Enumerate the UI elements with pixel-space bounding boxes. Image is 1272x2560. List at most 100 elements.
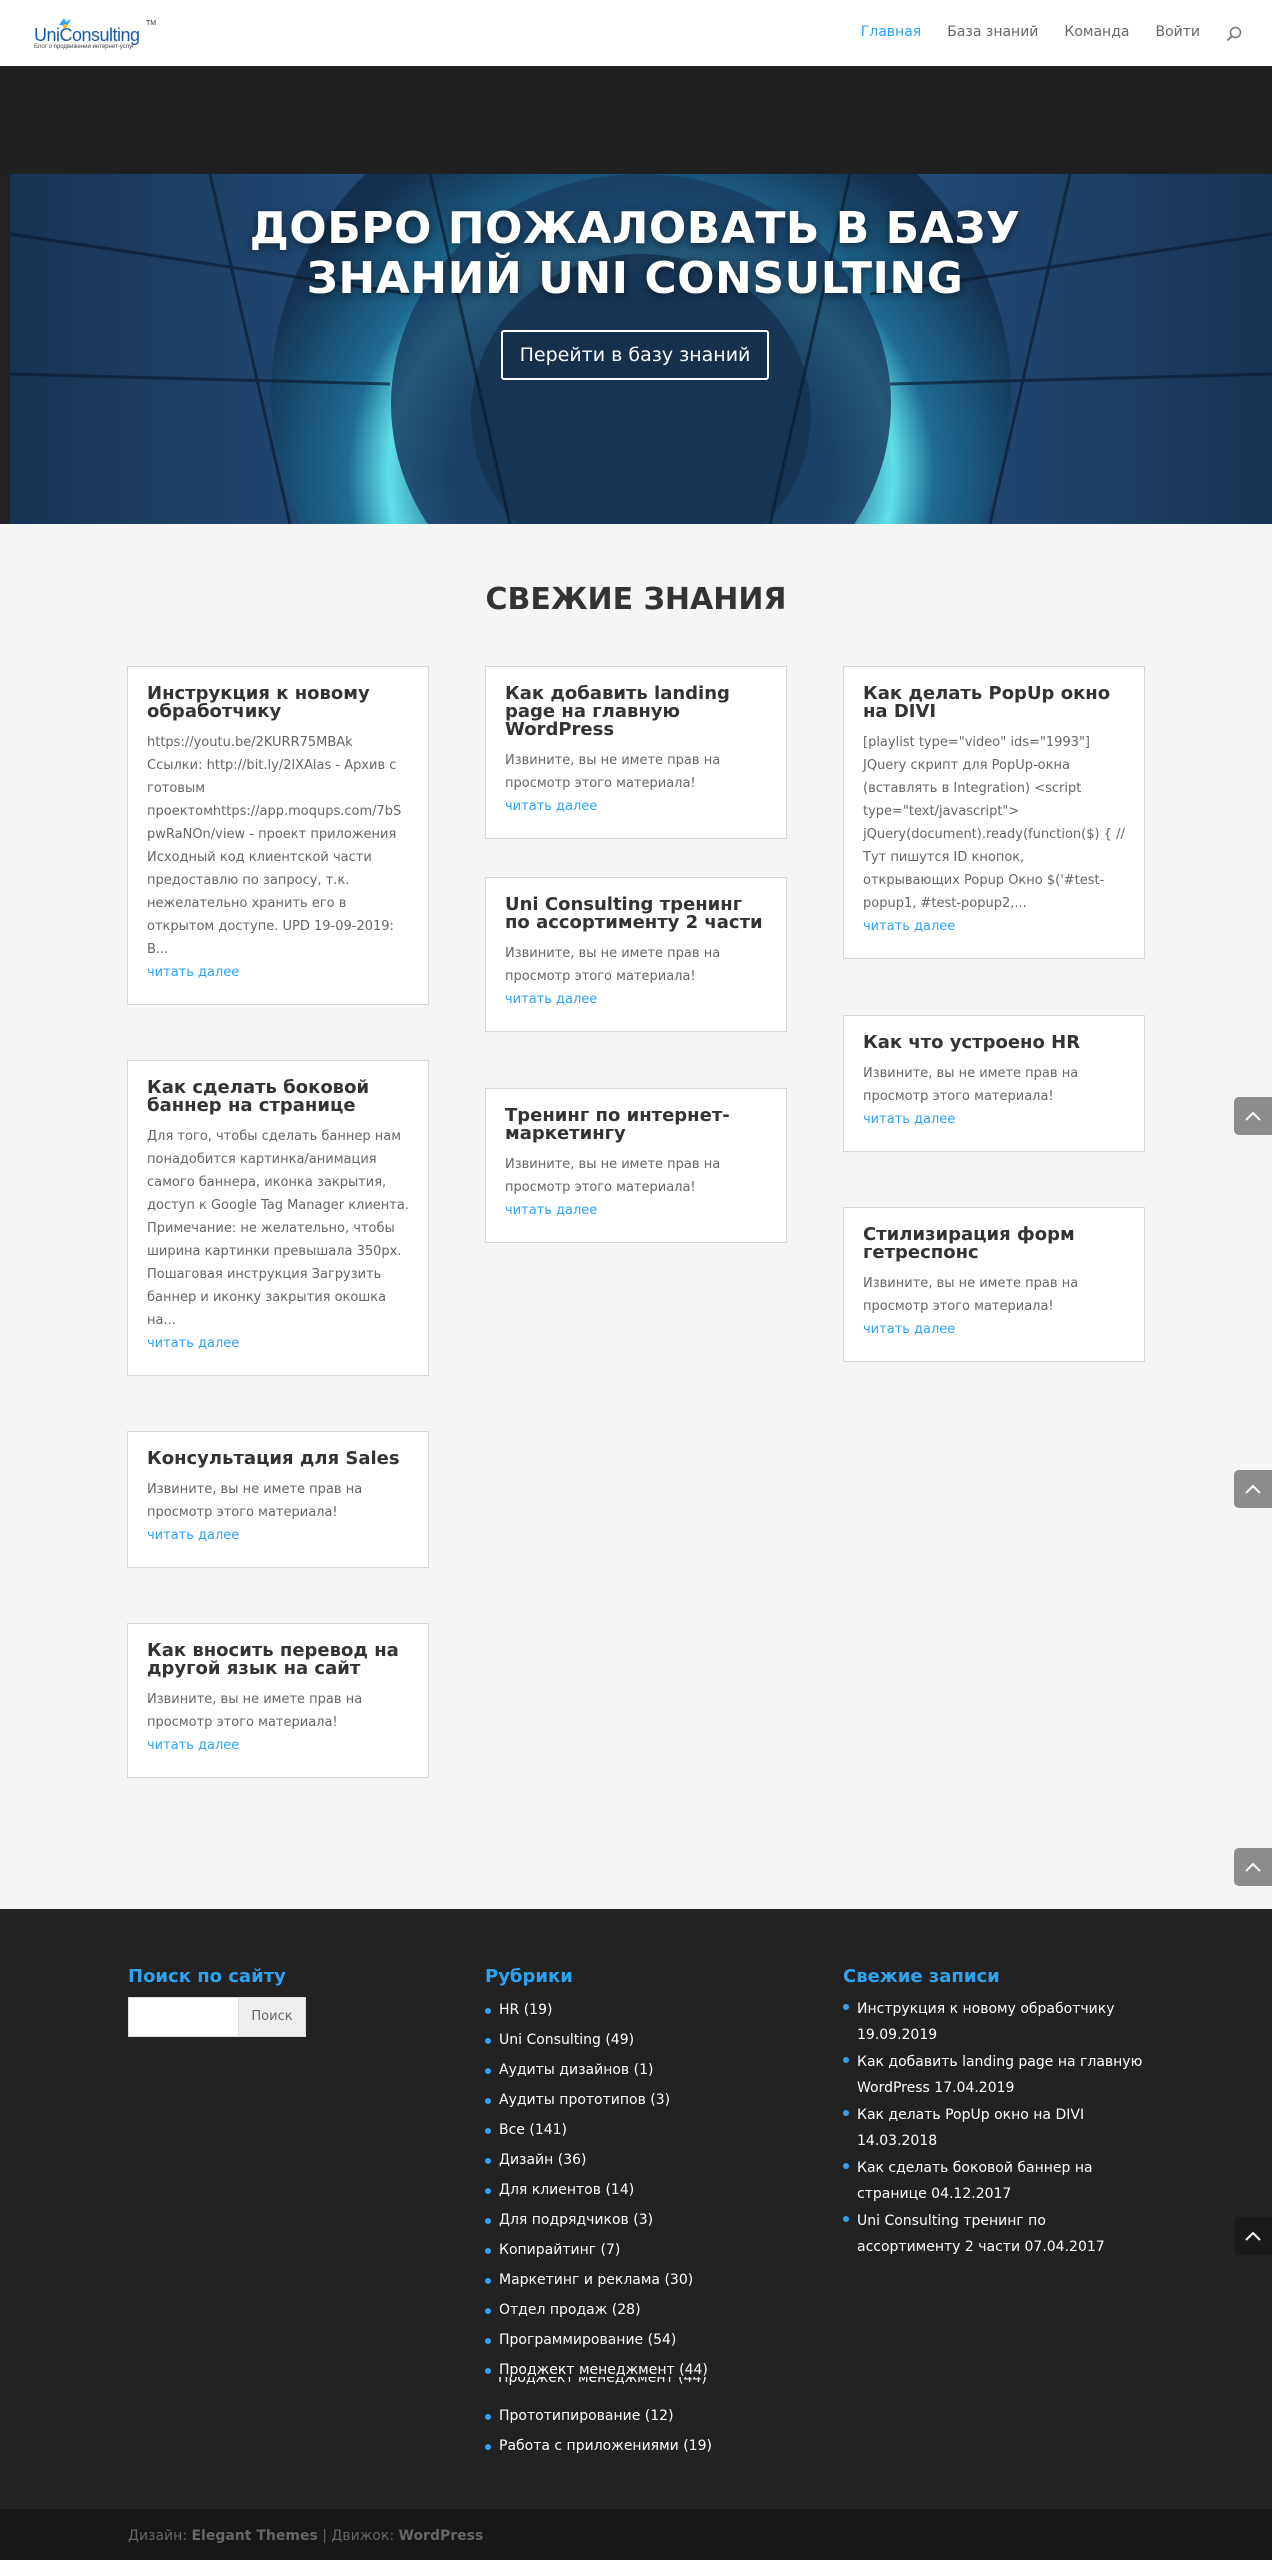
nav-item-home[interactable]: Главная (861, 24, 921, 40)
read-more-link[interactable]: читать далее (147, 1524, 409, 1547)
post-title[interactable]: Тренинг по интернет-маркетингу (505, 1107, 767, 1143)
go-to-knowledge-base-button[interactable]: Перейти в базу знаний (501, 330, 769, 380)
post-excerpt: Извините, вы не имете прав на просмотр э… (505, 753, 721, 791)
read-more-link[interactable]: читать далее (505, 795, 767, 818)
recent-posts-widget-title: Свежие записи (843, 1966, 1000, 1987)
rubric-render-artifact: Проджект менеджмент (44) (498, 2377, 707, 2385)
rubric-link[interactable]: Работа с приложениями (19) (485, 2436, 785, 2466)
nav-item-knowledge-base[interactable]: База знаний (947, 24, 1038, 40)
rubric-link[interactable]: Прототипирование (12) (485, 2406, 785, 2436)
footer-search: Поиск (128, 1997, 306, 2037)
credits-separator: | (322, 2528, 327, 2544)
read-more-link[interactable]: читать далее (505, 988, 767, 1011)
site-footer: Поиск по сайту Поиск Рубрики HR (19) Uni… (0, 1909, 1272, 2509)
rubric-link[interactable]: Для клиентов (14) (485, 2180, 785, 2210)
post-card: Консультация для Sales Извините, вы не и… (127, 1431, 429, 1568)
post-title[interactable]: Как сделать боковой баннер на странице (147, 1079, 409, 1115)
scroll-top-button[interactable] (1234, 1470, 1272, 1508)
post-title[interactable]: Как добавить landing page на главную Wor… (505, 685, 767, 739)
post-card: Инструкция к новому обработчику https://… (127, 666, 429, 1005)
footer-credits: Дизайн: Elegant Themes | Движок: WordPre… (128, 2528, 483, 2544)
post-title[interactable]: Как вносить перевод на другой язык на са… (147, 1642, 409, 1678)
logo-trademark: TM (146, 20, 157, 27)
post-title[interactable]: Инструкция к новому обработчику (147, 685, 409, 721)
post-excerpt: [playlist type="video" ids="1993"] JQuer… (863, 735, 1125, 911)
post-card: Uni Consulting тренинг по ассортименту 2… (485, 877, 787, 1032)
rubric-link[interactable]: Аудиты прототипов (3) (485, 2090, 785, 2120)
read-more-link[interactable]: читать далее (147, 1332, 409, 1355)
recent-post-link[interactable]: Как добавить landing page на главную Wor… (843, 2049, 1153, 2101)
post-card: Как вносить перевод на другой язык на са… (127, 1623, 429, 1778)
search-input[interactable] (128, 1997, 238, 2037)
footer-bottom-bar: Дизайн: Elegant Themes | Движок: WordPre… (0, 2509, 1272, 2560)
wordpress-link[interactable]: WordPress (399, 2528, 484, 2544)
nav-item-team[interactable]: Команда (1064, 24, 1129, 40)
post-card: Как делать PopUp окно на DIVI [playlist … (843, 666, 1145, 959)
rubric-link[interactable]: Отдел продаж (28) (485, 2300, 785, 2330)
recent-post-link[interactable]: Uni Consulting тренинг по ассортименту 2… (843, 2208, 1153, 2260)
post-card: Тренинг по интернет-маркетингу Извините,… (485, 1088, 787, 1243)
rubric-link[interactable]: Маркетинг и реклама (30) (485, 2270, 785, 2300)
scroll-top-button[interactable] (1234, 1848, 1272, 1886)
post-card: Стилизирация форм гетреспонс Извините, в… (843, 1207, 1145, 1362)
logo-text: UniConsulting (34, 25, 140, 45)
recent-post-link[interactable]: Инструкция к новому обработчику 19.09.20… (843, 1996, 1153, 2048)
rubric-link[interactable]: Все (141) (485, 2120, 785, 2150)
scroll-top-button[interactable] (1234, 1097, 1272, 1135)
rubric-link[interactable]: HR (19) (485, 2000, 785, 2030)
rubrics-widget-title: Рубрики (485, 1966, 573, 1987)
read-more-link[interactable]: читать далее (147, 961, 409, 984)
recent-posts-list: Инструкция к новому обработчику 19.09.20… (843, 1996, 1153, 2261)
fresh-knowledge-section: СВЕЖИЕ ЗНАНИЯ Инструкция к новому обрабо… (0, 524, 1272, 1909)
nav-item-login[interactable]: Войти (1155, 24, 1200, 40)
scroll-top-button[interactable] (1234, 2217, 1272, 2255)
post-card: Как добавить landing page на главную Wor… (485, 666, 787, 839)
recent-post-link[interactable]: Как делать PopUp окно на DIVI 14.03.2018 (843, 2102, 1153, 2154)
credits-engine-label: Движок: (331, 2528, 395, 2544)
post-title[interactable]: Как делать PopUp окно на DIVI (863, 685, 1125, 721)
post-title[interactable]: Uni Consulting тренинг по ассортименту 2… (505, 896, 767, 932)
post-title[interactable]: Как что устроено HR (863, 1034, 1125, 1052)
rubric-link[interactable]: Копирайтинг (7) (485, 2240, 785, 2270)
read-more-link[interactable]: читать далее (863, 1108, 1125, 1131)
read-more-link[interactable]: читать далее (147, 1734, 409, 1757)
search-widget-title: Поиск по сайту (128, 1966, 286, 1987)
post-excerpt: Извините, вы не имете прав на просмотр э… (505, 1157, 721, 1195)
elegant-themes-link[interactable]: Elegant Themes (191, 2528, 317, 2544)
section-title: СВЕЖИЕ ЗНАНИЯ (485, 582, 787, 617)
read-more-link[interactable]: читать далее (505, 1199, 767, 1222)
hero-title-line-1: ДОБРО ПОЖАЛОВАТЬ В БАЗУ (249, 203, 1021, 254)
credits-design-label: Дизайн: (128, 2528, 188, 2544)
rubric-link[interactable]: Аудиты дизайнов (1) (485, 2060, 785, 2090)
search-icon[interactable] (1226, 26, 1242, 42)
read-more-link[interactable]: читать далее (863, 1318, 1125, 1341)
post-title[interactable]: Стилизирация форм гетреспонс (863, 1226, 1125, 1262)
post-excerpt: Извините, вы не имете прав на просмотр э… (863, 1066, 1079, 1104)
header-dark-band (0, 66, 1272, 174)
hero-title: ДОБРО ПОЖАЛОВАТЬ В БАЗУ ЗНАНИЙ UNI CONSU… (10, 204, 1260, 304)
read-more-link[interactable]: читать далее (863, 915, 1125, 938)
post-excerpt: Для того, чтобы сделать баннер нам понад… (147, 1129, 409, 1328)
rubric-link[interactable]: Дизайн (36) (485, 2150, 785, 2180)
rubrics-list: HR (19) Uni Consulting (49) Аудиты дизай… (485, 2000, 785, 2466)
hero-banner: ДОБРО ПОЖАЛОВАТЬ В БАЗУ ЗНАНИЙ UNI CONSU… (10, 174, 1272, 524)
rubric-link[interactable]: Программирование (54) (485, 2330, 785, 2360)
hero-title-line-2: ЗНАНИЙ UNI CONSULTING (306, 253, 964, 304)
post-card: Как что устроено HR Извините, вы не имет… (843, 1015, 1145, 1152)
chevron-up-icon (1245, 1111, 1261, 1121)
search-button[interactable]: Поиск (238, 1997, 306, 2037)
site-logo[interactable]: UniConsulting TM Блог о продвижении инте… (30, 14, 160, 54)
chevron-up-icon (1245, 1484, 1261, 1494)
post-excerpt: Извините, вы не имете прав на просмотр э… (147, 1692, 363, 1730)
recent-post-link[interactable]: Как сделать боковой баннер на странице 0… (843, 2155, 1153, 2207)
rubric-link[interactable]: Uni Consulting (49) (485, 2030, 785, 2060)
rubric-link[interactable]: Проджект менеджмент (44) (485, 2360, 785, 2390)
post-excerpt: Извините, вы не имете прав на просмотр э… (505, 946, 721, 984)
main-nav: Главная База знаний Команда Войти (835, 24, 1242, 42)
post-title[interactable]: Консультация для Sales (147, 1450, 409, 1468)
site-header: UniConsulting TM Блог о продвижении инте… (0, 0, 1272, 66)
rubric-link[interactable]: Для подрядчиков (3) (485, 2210, 785, 2240)
logo-tagline: Блог о продвижении интернет-услуг (34, 44, 135, 50)
chevron-up-icon (1245, 2231, 1261, 2241)
post-card: Как сделать боковой баннер на странице Д… (127, 1060, 429, 1376)
